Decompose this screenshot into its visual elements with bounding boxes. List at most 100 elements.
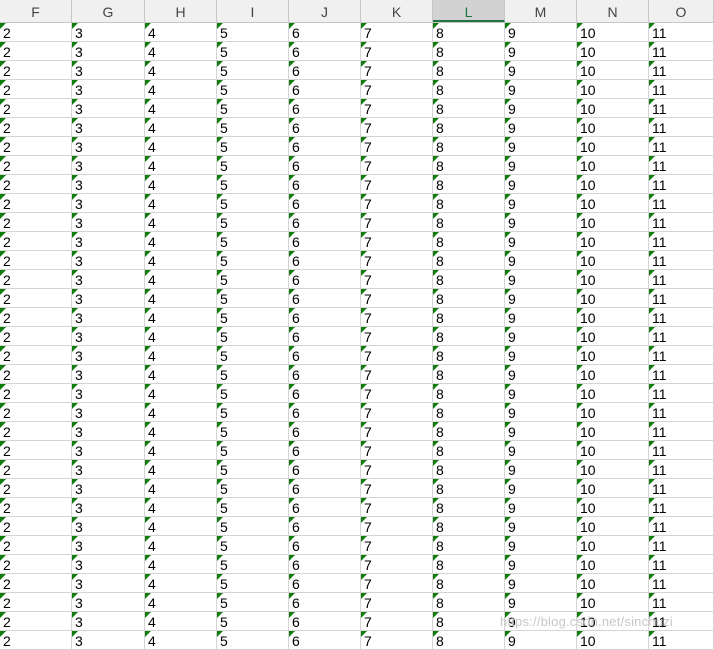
cell-f[interactable]: 2 [0, 612, 72, 631]
cell-l[interactable]: 8 [433, 346, 505, 365]
cell-h[interactable]: 4 [145, 175, 217, 194]
cell-j[interactable]: 6 [289, 403, 361, 422]
cell-g[interactable]: 3 [72, 23, 145, 42]
cell-l[interactable]: 8 [433, 441, 505, 460]
cell-g[interactable]: 3 [72, 460, 145, 479]
cell-n[interactable]: 10 [577, 308, 649, 327]
cell-o[interactable]: 11 [649, 118, 714, 137]
cell-l[interactable]: 8 [433, 194, 505, 213]
cell-n[interactable]: 10 [577, 175, 649, 194]
cell-f[interactable]: 2 [0, 536, 72, 555]
cell-h[interactable]: 4 [145, 460, 217, 479]
cell-l[interactable]: 8 [433, 460, 505, 479]
column-header-n[interactable]: N [577, 0, 649, 22]
cell-g[interactable]: 3 [72, 42, 145, 61]
cell-l[interactable]: 8 [433, 23, 505, 42]
cell-i[interactable]: 5 [217, 194, 289, 213]
cell-l[interactable]: 8 [433, 365, 505, 384]
cell-f[interactable]: 2 [0, 327, 72, 346]
cell-k[interactable]: 7 [361, 194, 433, 213]
cell-f[interactable]: 2 [0, 80, 72, 99]
cell-j[interactable]: 6 [289, 631, 361, 650]
cell-k[interactable]: 7 [361, 403, 433, 422]
cell-n[interactable]: 10 [577, 156, 649, 175]
cell-k[interactable]: 7 [361, 99, 433, 118]
column-header-o[interactable]: O [649, 0, 714, 22]
cell-l[interactable]: 8 [433, 574, 505, 593]
cell-g[interactable]: 3 [72, 99, 145, 118]
cell-g[interactable]: 3 [72, 137, 145, 156]
cell-m[interactable]: 9 [505, 251, 577, 270]
cell-i[interactable]: 5 [217, 536, 289, 555]
column-header-g[interactable]: G [72, 0, 145, 22]
cell-j[interactable]: 6 [289, 612, 361, 631]
cell-g[interactable]: 3 [72, 441, 145, 460]
cell-f[interactable]: 2 [0, 346, 72, 365]
cell-m[interactable]: 9 [505, 517, 577, 536]
cell-f[interactable]: 2 [0, 99, 72, 118]
cell-i[interactable]: 5 [217, 631, 289, 650]
cell-f[interactable]: 2 [0, 61, 72, 80]
cell-h[interactable]: 4 [145, 232, 217, 251]
cell-g[interactable]: 3 [72, 80, 145, 99]
cell-i[interactable]: 5 [217, 289, 289, 308]
cell-j[interactable]: 6 [289, 517, 361, 536]
column-header-f[interactable]: F [0, 0, 72, 22]
cell-l[interactable]: 8 [433, 175, 505, 194]
cell-m[interactable]: 9 [505, 555, 577, 574]
cell-n[interactable]: 10 [577, 479, 649, 498]
cell-f[interactable]: 2 [0, 251, 72, 270]
cell-f[interactable]: 2 [0, 517, 72, 536]
cell-h[interactable]: 4 [145, 213, 217, 232]
cell-n[interactable]: 10 [577, 517, 649, 536]
cell-l[interactable]: 8 [433, 555, 505, 574]
cell-f[interactable]: 2 [0, 403, 72, 422]
cell-j[interactable]: 6 [289, 213, 361, 232]
cell-f[interactable]: 2 [0, 175, 72, 194]
cell-i[interactable]: 5 [217, 156, 289, 175]
cell-k[interactable]: 7 [361, 460, 433, 479]
cell-o[interactable]: 11 [649, 99, 714, 118]
cell-m[interactable]: 9 [505, 365, 577, 384]
cell-i[interactable]: 5 [217, 251, 289, 270]
cell-k[interactable]: 7 [361, 517, 433, 536]
cell-o[interactable]: 11 [649, 460, 714, 479]
cell-l[interactable]: 8 [433, 422, 505, 441]
cell-n[interactable]: 10 [577, 61, 649, 80]
cell-l[interactable]: 8 [433, 403, 505, 422]
cell-k[interactable]: 7 [361, 156, 433, 175]
cell-j[interactable]: 6 [289, 289, 361, 308]
cell-m[interactable]: 9 [505, 270, 577, 289]
cell-k[interactable]: 7 [361, 251, 433, 270]
cell-m[interactable]: 9 [505, 232, 577, 251]
cell-f[interactable]: 2 [0, 308, 72, 327]
cell-j[interactable]: 6 [289, 118, 361, 137]
cell-m[interactable]: 9 [505, 441, 577, 460]
cell-k[interactable]: 7 [361, 593, 433, 612]
cell-f[interactable]: 2 [0, 498, 72, 517]
cell-i[interactable]: 5 [217, 327, 289, 346]
cell-k[interactable]: 7 [361, 23, 433, 42]
cell-g[interactable]: 3 [72, 403, 145, 422]
cell-m[interactable]: 9 [505, 80, 577, 99]
cell-j[interactable]: 6 [289, 137, 361, 156]
cell-m[interactable]: 9 [505, 308, 577, 327]
cell-i[interactable]: 5 [217, 555, 289, 574]
cell-l[interactable]: 8 [433, 118, 505, 137]
cell-k[interactable]: 7 [361, 346, 433, 365]
cell-i[interactable]: 5 [217, 308, 289, 327]
cell-m[interactable]: 9 [505, 593, 577, 612]
cell-l[interactable]: 8 [433, 498, 505, 517]
cell-l[interactable]: 8 [433, 593, 505, 612]
cell-i[interactable]: 5 [217, 23, 289, 42]
cell-g[interactable]: 3 [72, 175, 145, 194]
cell-m[interactable]: 9 [505, 536, 577, 555]
cell-k[interactable]: 7 [361, 175, 433, 194]
cell-m[interactable]: 9 [505, 460, 577, 479]
cell-f[interactable]: 2 [0, 441, 72, 460]
cell-o[interactable]: 11 [649, 156, 714, 175]
column-header-i[interactable]: I [217, 0, 289, 22]
cell-l[interactable]: 8 [433, 517, 505, 536]
cell-h[interactable]: 4 [145, 498, 217, 517]
cell-g[interactable]: 3 [72, 346, 145, 365]
